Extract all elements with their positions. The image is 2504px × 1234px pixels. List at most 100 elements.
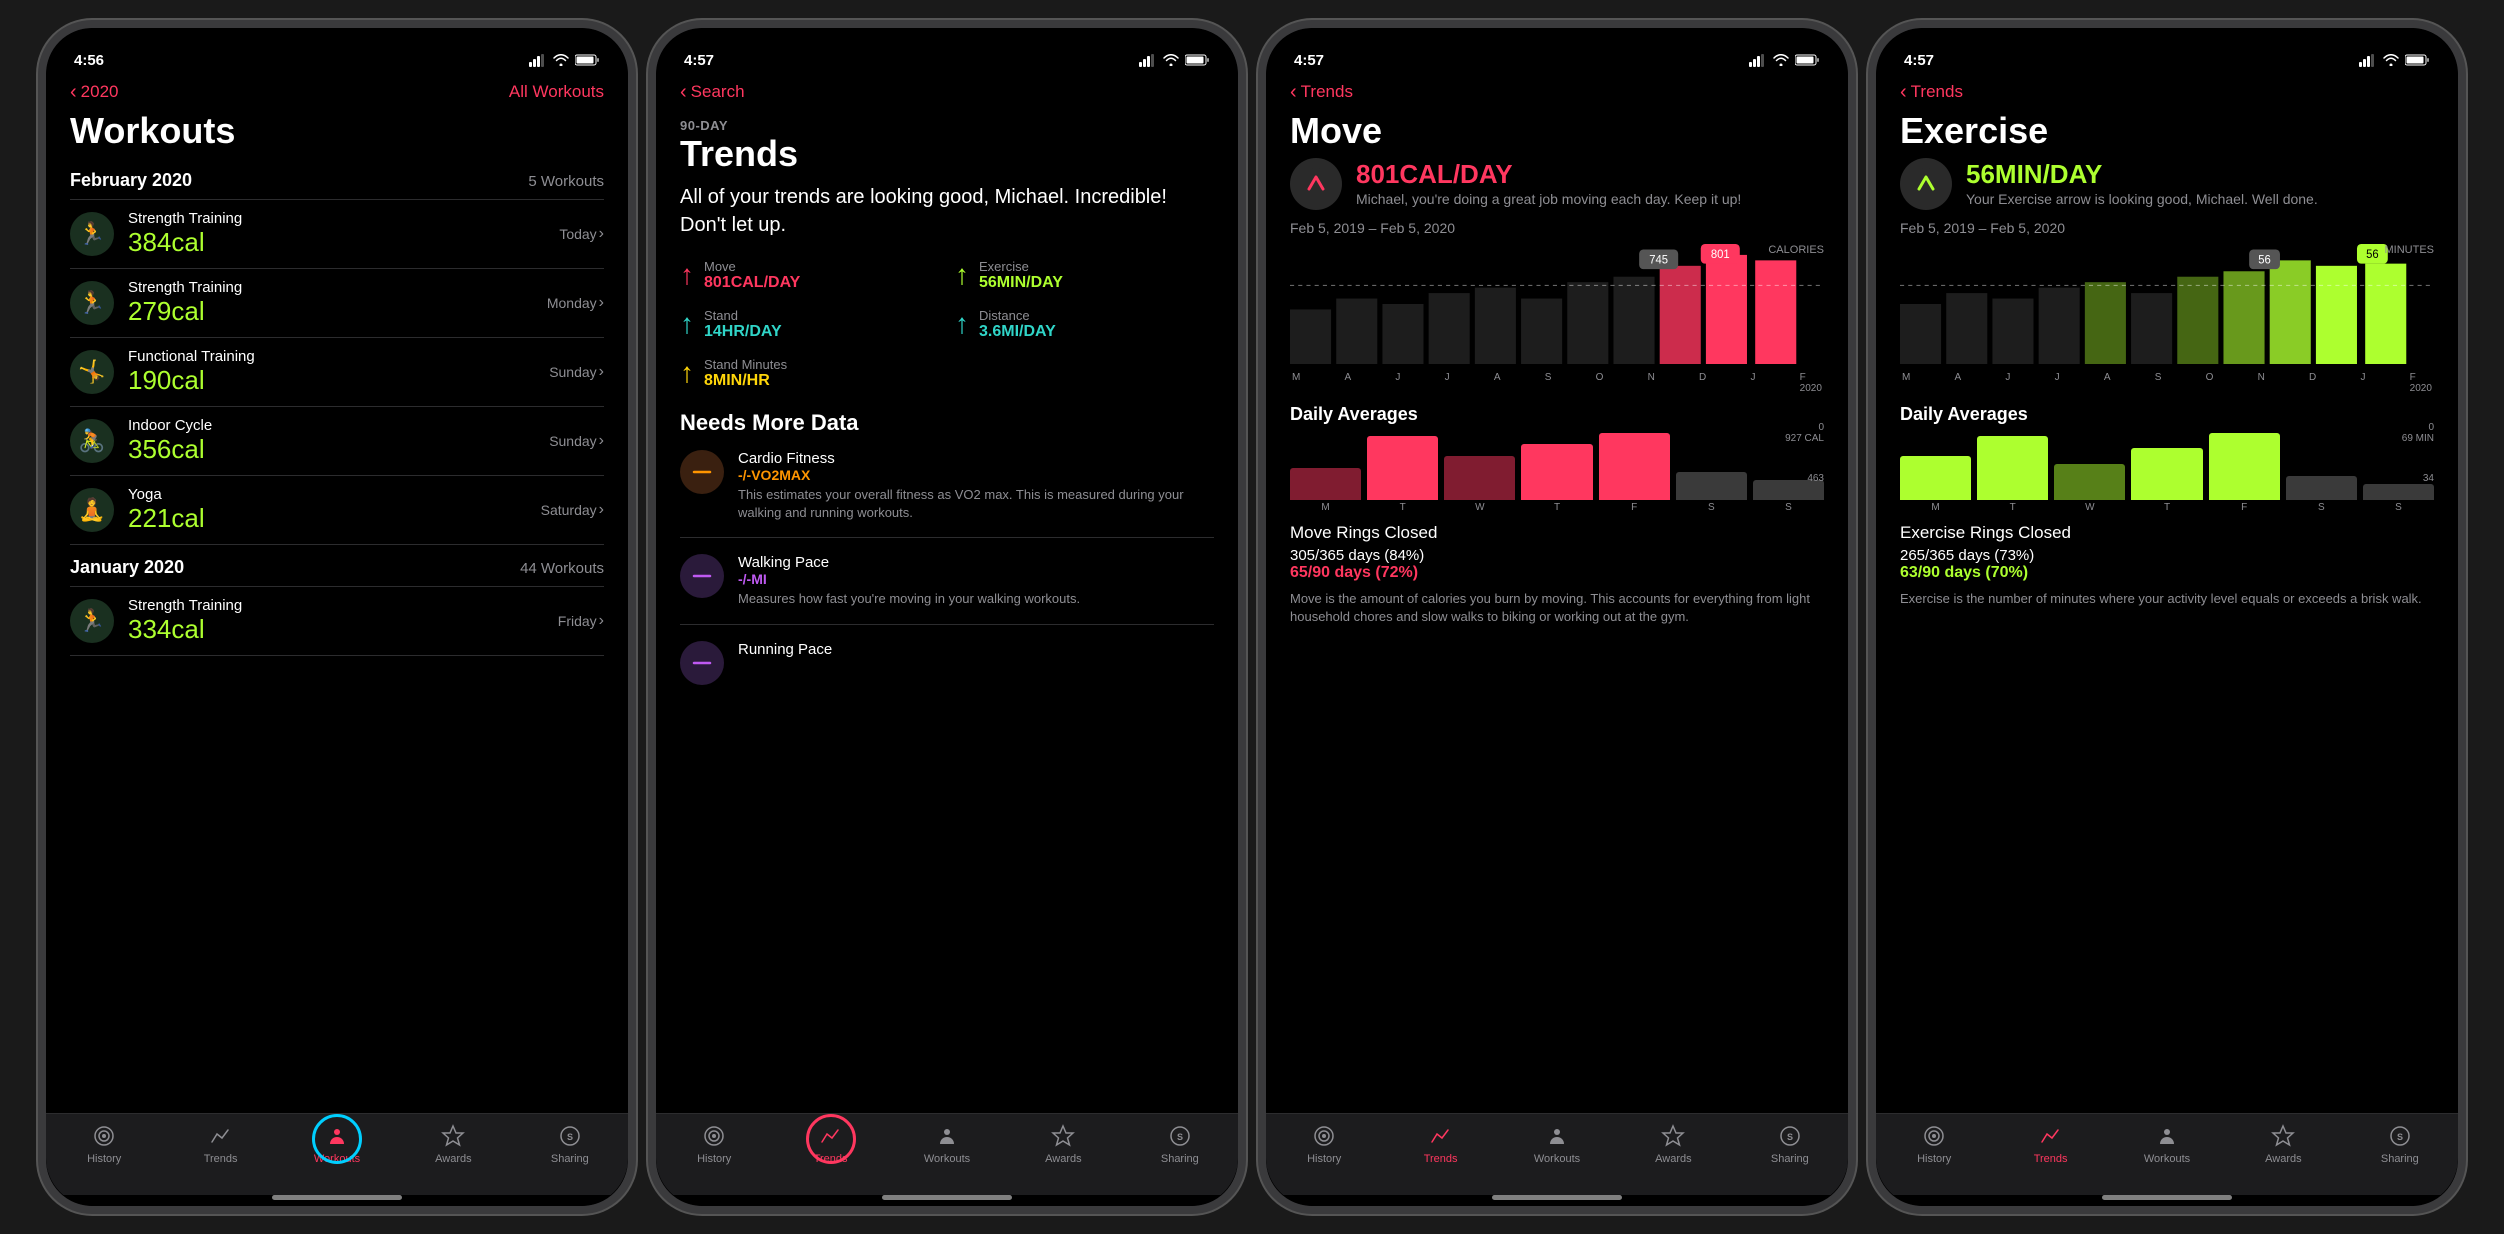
tab-trends[interactable]: Trends	[1992, 1122, 2108, 1165]
back-chevron-icon: ‹	[1900, 82, 1907, 102]
tab-trends-label: Trends	[1424, 1153, 1458, 1165]
workout-row[interactable]: 🏃 Strength Training 279cal Monday ›	[70, 269, 604, 338]
tab-sharing[interactable]: S Sharing	[2342, 1122, 2458, 1165]
bar-fill	[2054, 464, 2125, 500]
svg-text:56: 56	[2258, 253, 2271, 266]
screen-content: Exercise 56MIN/DAY Your Exercise arrow i…	[1876, 110, 2458, 1206]
workout-row[interactable]: 🤸 Functional Training 190cal Sunday ›	[70, 338, 604, 407]
nav-back-label[interactable]: Trends	[1911, 82, 1963, 102]
tab-awards[interactable]: Awards	[1615, 1122, 1731, 1165]
workout-cal: 356cal	[128, 434, 549, 465]
nav-back[interactable]: ‹ 2020	[70, 82, 119, 102]
exercise-icon	[1900, 158, 1952, 210]
tab-awards-label: Awards	[1655, 1153, 1691, 1165]
nav-back-label[interactable]: 2020	[81, 82, 119, 102]
tab-awards-label: Awards	[435, 1153, 471, 1165]
svg-text:745: 745	[1649, 253, 1668, 266]
workout-info: Strength Training 334cal	[128, 597, 558, 645]
workout-row[interactable]: 🏃 Strength Training 334cal Friday ›	[70, 587, 604, 656]
workout-info: Strength Training 384cal	[128, 210, 559, 258]
workout-name: Yoga	[128, 486, 541, 503]
tab-workouts[interactable]: Workouts	[279, 1122, 395, 1165]
tab-workouts[interactable]: Workouts	[1499, 1122, 1615, 1165]
bar-fill	[1521, 444, 1592, 500]
nav-action[interactable]: All Workouts	[509, 82, 604, 102]
nav-bar: ‹ 2020 All Workouts	[46, 78, 628, 110]
scroll-area[interactable]: Move 801CAL/DAY Michael, you're doing a …	[1266, 110, 1848, 1113]
workouts-icon	[2153, 1122, 2181, 1150]
nav-back-label[interactable]: Trends	[1301, 82, 1353, 102]
workout-row[interactable]: 🏃 Strength Training 384cal Today ›	[70, 200, 604, 269]
tab-trends[interactable]: Trends	[772, 1122, 888, 1165]
workout-row[interactable]: 🚴 Indoor Cycle 356cal Sunday ›	[70, 407, 604, 476]
tab-trends[interactable]: Trends	[1382, 1122, 1498, 1165]
screen-content: Workouts February 2020 5 Workouts 🏃 Stre…	[46, 110, 628, 1206]
daily-avg-title: Daily Averages	[1900, 404, 2434, 425]
workout-day: Sunday ›	[549, 432, 604, 450]
scroll-area[interactable]: Exercise 56MIN/DAY Your Exercise arrow i…	[1876, 110, 2458, 1113]
bar-fill	[2209, 433, 2280, 500]
bar-label: W	[1475, 502, 1484, 513]
cardio-item-running[interactable]: Running Pace	[680, 641, 1214, 701]
tab-sharing-label: Sharing	[551, 1153, 589, 1165]
needs-more-data: Needs More Data	[680, 410, 1214, 436]
bar-fill	[1900, 456, 1971, 500]
tab-awards[interactable]: Awards	[395, 1122, 511, 1165]
tab-trends[interactable]: Trends	[162, 1122, 278, 1165]
phone-move: 4:57	[1258, 20, 1856, 1214]
cardio-item-walking[interactable]: Walking Pace -/-MI Measures how fast you…	[680, 554, 1214, 625]
tab-trends-label: Trends	[204, 1153, 238, 1165]
sharing-icon: S	[1166, 1122, 1194, 1150]
cardio-item-fitness[interactable]: Cardio Fitness -/-VO2MAX This estimates …	[680, 450, 1214, 538]
home-indicator	[882, 1195, 1012, 1200]
tab-history[interactable]: History	[1876, 1122, 1992, 1165]
tab-workouts[interactable]: Workouts	[2109, 1122, 2225, 1165]
move-line-chart: CALORIES	[1290, 244, 1824, 364]
home-indicator	[272, 1195, 402, 1200]
bar-fill	[1599, 433, 1670, 500]
tab-sharing[interactable]: S Sharing	[1732, 1122, 1848, 1165]
wifi-icon	[1163, 54, 1179, 66]
move-main-desc: Michael, you're doing a great job moving…	[1356, 190, 1741, 208]
tab-workouts[interactable]: Workouts	[889, 1122, 1005, 1165]
bar-label: T	[2010, 502, 2016, 513]
bar-col-m: M	[1290, 433, 1361, 513]
history-icon	[1310, 1122, 1338, 1150]
status-icons	[2359, 54, 2430, 67]
tab-history[interactable]: History	[46, 1122, 162, 1165]
scroll-area[interactable]: 90-DAY Trends All of your trends are loo…	[656, 110, 1238, 1113]
tab-history[interactable]: History	[656, 1122, 772, 1165]
trend-item-move: ↑ Move 801CAL/DAY	[680, 259, 939, 292]
section-title-feb: February 2020	[70, 170, 192, 191]
tab-workouts-label: Workouts	[2144, 1153, 2190, 1165]
trend-arrow-stand: ↑	[680, 310, 694, 338]
nav-back-label[interactable]: Search	[691, 82, 745, 102]
battery-icon	[2405, 54, 2430, 66]
scroll-area[interactable]: Workouts February 2020 5 Workouts 🏃 Stre…	[46, 110, 628, 1113]
svg-text:S: S	[567, 1132, 573, 1142]
exercise-line-chart: MINUTES	[1900, 244, 2434, 364]
tab-sharing[interactable]: S Sharing	[512, 1122, 628, 1165]
nav-back[interactable]: ‹ Search	[680, 82, 745, 102]
trend-label-stand: Stand	[704, 308, 782, 323]
bar-col-f: F	[1599, 433, 1670, 513]
nav-back[interactable]: ‹ Trends	[1900, 82, 1963, 102]
tab-history[interactable]: History	[1266, 1122, 1382, 1165]
tab-history-label: History	[87, 1153, 121, 1165]
notch	[247, 28, 427, 60]
back-chevron-icon: ‹	[1290, 82, 1297, 102]
nav-back[interactable]: ‹ Trends	[1290, 82, 1353, 102]
tab-sharing[interactable]: S Sharing	[1122, 1122, 1238, 1165]
cardio-walking-desc: Measures how fast you're moving in your …	[738, 590, 1080, 608]
cardio-fitness-desc: This estimates your overall fitness as V…	[738, 486, 1214, 521]
tab-awards[interactable]: Awards	[1005, 1122, 1121, 1165]
exercise-main-value: 56MIN/DAY	[1966, 159, 2318, 190]
bar-col-m: M	[1900, 433, 1971, 513]
tab-awards[interactable]: Awards	[2225, 1122, 2341, 1165]
page-title: Trends	[680, 133, 1214, 175]
trend-label-move: Move	[704, 259, 800, 274]
trend-item-exercise: ↑ Exercise 56MIN/DAY	[955, 259, 1214, 292]
trend-value-exercise: 56MIN/DAY	[979, 274, 1063, 292]
workout-row[interactable]: 🧘 Yoga 221cal Saturday ›	[70, 476, 604, 545]
trend-value-move: 801CAL/DAY	[704, 274, 800, 292]
